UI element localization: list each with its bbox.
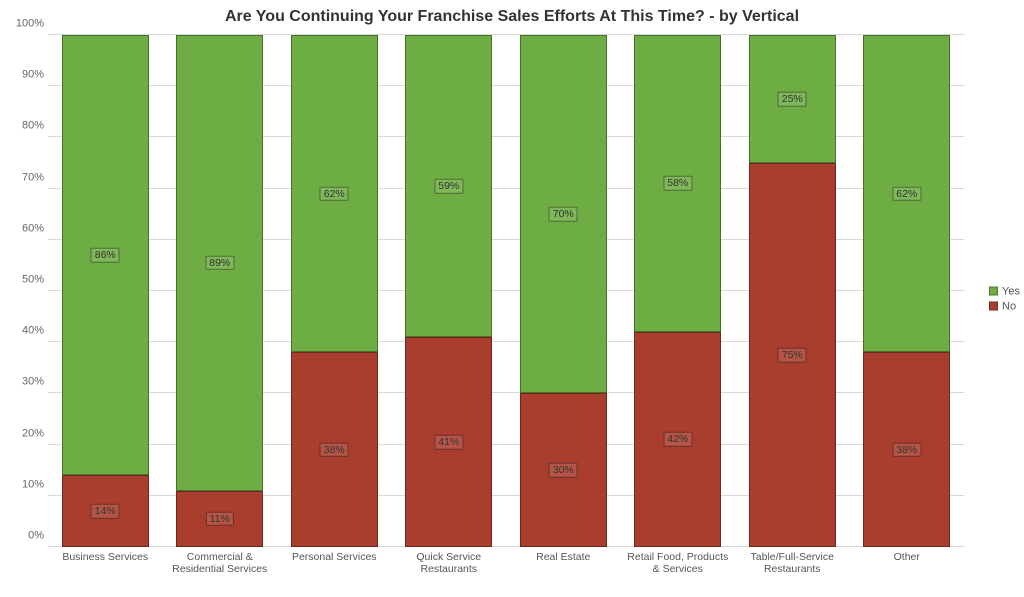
data-label-no: 38% [320, 442, 349, 457]
data-label-no: 75% [778, 348, 807, 363]
y-tick: 0% [4, 531, 44, 542]
x-tick: Table/Full-Service Restaurants [735, 547, 850, 597]
y-tick: 50% [4, 275, 44, 286]
data-label-yes: 62% [892, 186, 921, 201]
y-tick: 10% [4, 479, 44, 490]
data-label-no: 14% [91, 504, 120, 519]
bar-other: 38% 62% [863, 35, 950, 547]
legend-entry-no: No [989, 300, 1020, 312]
x-tick: Business Services [48, 547, 163, 597]
data-label-yes: 59% [434, 179, 463, 194]
x-axis: Business Services Commercial & Residenti… [48, 547, 964, 597]
y-tick: 80% [4, 121, 44, 132]
data-label-no: 38% [892, 442, 921, 457]
bar-retail-food: 42% 58% [634, 35, 721, 547]
x-tick: Retail Food, Products & Services [621, 547, 736, 597]
x-tick: Personal Services [277, 547, 392, 597]
square-icon [989, 302, 998, 311]
data-label-yes: 58% [663, 176, 692, 191]
y-tick: 20% [4, 428, 44, 439]
y-tick: 60% [4, 223, 44, 234]
square-icon [989, 287, 998, 296]
x-tick: Commercial & Residential Services [163, 547, 278, 597]
legend-label: Yes [1002, 285, 1020, 297]
chart-title: Are You Continuing Your Franchise Sales … [0, 8, 1024, 26]
bar-personal-services: 38% 62% [291, 35, 378, 547]
legend: Yes No [989, 282, 1020, 315]
data-label-no: 11% [206, 512, 234, 527]
x-tick: Quick Service Restaurants [392, 547, 507, 597]
bar-real-estate: 30% 70% [520, 35, 607, 547]
plot-area: 0% 10% 20% 30% 40% 50% 60% 70% 80% 90% 1… [48, 35, 964, 547]
data-label-yes: 25% [778, 92, 807, 107]
x-tick: Other [850, 547, 965, 597]
bar-commercial-residential: 11% 89% [176, 35, 263, 547]
y-tick: 90% [4, 70, 44, 81]
bar-qsr: 41% 59% [405, 35, 492, 547]
data-label-no: 42% [663, 432, 692, 447]
data-label-no: 41% [434, 435, 463, 450]
data-label-yes: 86% [91, 248, 120, 263]
y-tick: 70% [4, 172, 44, 183]
bar-full-service: 75% 25% [749, 35, 836, 547]
x-tick: Real Estate [506, 547, 621, 597]
data-label-no: 30% [549, 463, 578, 478]
legend-entry-yes: Yes [989, 285, 1020, 297]
y-tick: 100% [4, 19, 44, 30]
data-label-yes: 62% [320, 186, 349, 201]
y-tick: 30% [4, 377, 44, 388]
bar-business-services: 14% 86% [62, 35, 149, 547]
data-label-yes: 89% [205, 256, 234, 271]
y-tick: 40% [4, 326, 44, 337]
bars-container: 14% 86% 11% 89% 38% 62% 41% 59% 30% 70% … [48, 35, 964, 547]
legend-label: No [1002, 300, 1016, 312]
data-label-yes: 70% [549, 207, 578, 222]
